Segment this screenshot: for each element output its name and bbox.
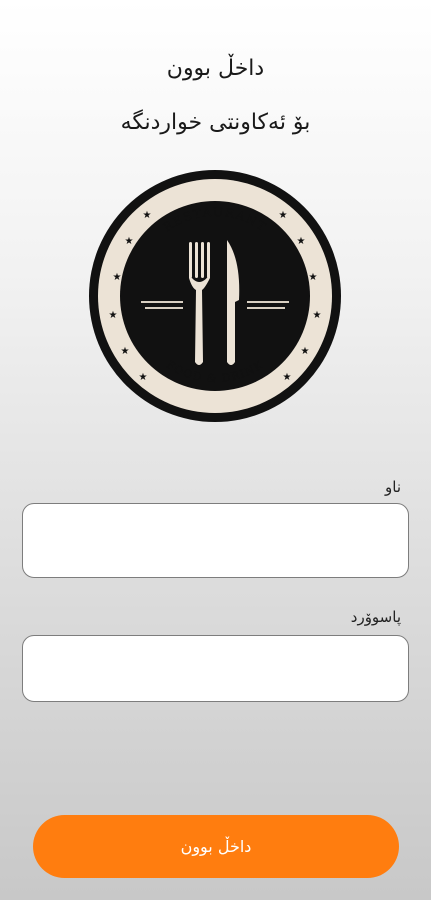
password-input[interactable] <box>22 635 409 702</box>
svg-text:★: ★ <box>143 210 152 221</box>
svg-text:★: ★ <box>301 346 310 357</box>
svg-text:★: ★ <box>109 310 118 321</box>
svg-text:★: ★ <box>113 272 122 283</box>
svg-text:★: ★ <box>139 372 148 383</box>
svg-text:★: ★ <box>309 272 318 283</box>
login-button[interactable]: داخڵ بوون <box>33 815 399 878</box>
name-label: ناو <box>385 478 401 496</box>
page-subtitle: بۆ ئەکاونتی خواردنگە <box>120 110 311 135</box>
page-title: داخڵ بوون <box>166 56 265 81</box>
svg-text:★: ★ <box>313 310 322 321</box>
restaurant-logo: ★ ★ ★ ★ ★ ★ ★ ★ ★ ★ ★ ★ RESTAURANT FOOD … <box>89 170 341 422</box>
svg-text:★: ★ <box>283 372 292 383</box>
svg-text:★: ★ <box>297 236 306 247</box>
svg-text:★: ★ <box>125 236 134 247</box>
password-label: پاسوۆرد <box>350 608 401 626</box>
svg-text:★: ★ <box>121 346 130 357</box>
svg-text:★: ★ <box>279 210 288 221</box>
name-input[interactable] <box>22 503 409 578</box>
